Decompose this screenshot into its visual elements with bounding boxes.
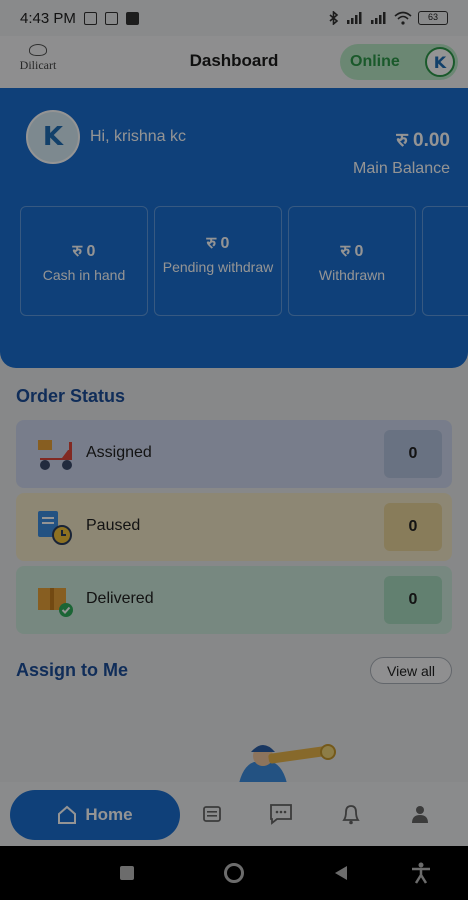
stat-label: Cash in hand: [42, 267, 126, 283]
message-icon: [125, 11, 139, 25]
status-card-delivered[interactable]: Delivered 0: [16, 566, 452, 634]
toggle-knob-avatar: K: [425, 47, 455, 77]
stat-card-withdrawn[interactable]: रु 0 Withdrawn: [288, 206, 416, 316]
status-name: Delivered: [86, 590, 154, 607]
delivered-box-icon: [38, 588, 73, 617]
battery-indicator: 63: [418, 11, 448, 25]
signal-icon: [347, 12, 362, 24]
stat-label: Withdrawn: [318, 267, 386, 283]
circle-icon: [224, 863, 244, 883]
notifications-nav-button[interactable]: [339, 802, 363, 826]
orders-icon: [203, 806, 221, 822]
stat-value: रु 0: [206, 235, 230, 252]
online-label: Online: [350, 53, 400, 70]
profile-icon: [412, 806, 428, 823]
orders-nav-button[interactable]: [200, 802, 224, 826]
stat-value: रु 0: [340, 243, 364, 260]
home-nav-button[interactable]: Home: [10, 790, 180, 840]
status-count: 0: [384, 576, 442, 624]
status-card-paused[interactable]: Paused 0: [16, 493, 452, 561]
system-navigation-bar: [0, 846, 468, 900]
status-name: Assigned: [86, 444, 152, 461]
stat-label: Pending withdraw: [162, 259, 274, 275]
app-screen: 4:43 PM 63 Dilicart Dashboard Online K K…: [0, 0, 468, 900]
chat-nav-button[interactable]: [269, 802, 293, 826]
app-notification-icon: [104, 11, 118, 25]
system-indicators: 63: [328, 11, 448, 25]
online-toggle[interactable]: Online K: [340, 44, 458, 80]
greeting-text: Hi, krishna kc: [90, 128, 187, 145]
stat-card-partial[interactable]: [422, 206, 468, 316]
balance-panel: K Hi, krishna kc रु 0.00 Main Balance रु…: [0, 88, 468, 368]
scooter-icon: [38, 440, 72, 470]
view-all-button[interactable]: View all: [370, 657, 452, 684]
wifi-icon: [394, 11, 412, 25]
home-icon: [58, 805, 77, 824]
back-button[interactable]: [330, 862, 352, 884]
status-count: 0: [384, 430, 442, 478]
main-balance-label: Main Balance: [353, 160, 450, 177]
status-name: Paused: [86, 517, 141, 534]
main-balance-amount: रु 0.00: [396, 130, 450, 151]
accessibility-button[interactable]: [410, 862, 432, 884]
status-card-assigned[interactable]: Assigned 0: [16, 420, 452, 488]
notification-icons: [83, 11, 139, 25]
bluetooth-icon: [329, 11, 339, 25]
back-triangle-icon: [335, 866, 347, 880]
status-time: 4:43 PM: [20, 9, 76, 27]
mute-icon: [83, 11, 97, 25]
stat-card-cash-in-hand[interactable]: रु 0 Cash in hand: [20, 206, 148, 316]
signal-icon-2: [371, 12, 386, 24]
avatar[interactable]: K: [26, 110, 80, 164]
order-status-title: Order Status: [16, 386, 126, 406]
stat-card-pending-withdraw[interactable]: रु 0 Pending withdraw: [154, 206, 282, 316]
home-system-button[interactable]: [223, 862, 245, 884]
empty-state-illustration: [238, 744, 336, 788]
stats-carousel[interactable]: रु 0 Cash in hand रु 0 Pending withdraw …: [20, 206, 468, 316]
status-bar: 4:43 PM 63: [0, 0, 468, 36]
profile-nav-button[interactable]: [408, 802, 432, 826]
assign-to-me-title: Assign to Me: [16, 660, 129, 680]
home-label: Home: [85, 805, 133, 824]
accessibility-icon: [412, 862, 430, 884]
chat-icon: [270, 804, 292, 825]
app-header: Dilicart Dashboard Online K: [0, 36, 468, 88]
clock-document-icon: [38, 511, 72, 545]
bottom-navigation: Home: [0, 782, 468, 846]
square-icon: [120, 866, 134, 880]
stat-value: रु 0: [72, 243, 96, 260]
bell-icon: [342, 805, 360, 825]
status-count: 0: [384, 503, 442, 551]
recents-button[interactable]: [116, 862, 138, 884]
